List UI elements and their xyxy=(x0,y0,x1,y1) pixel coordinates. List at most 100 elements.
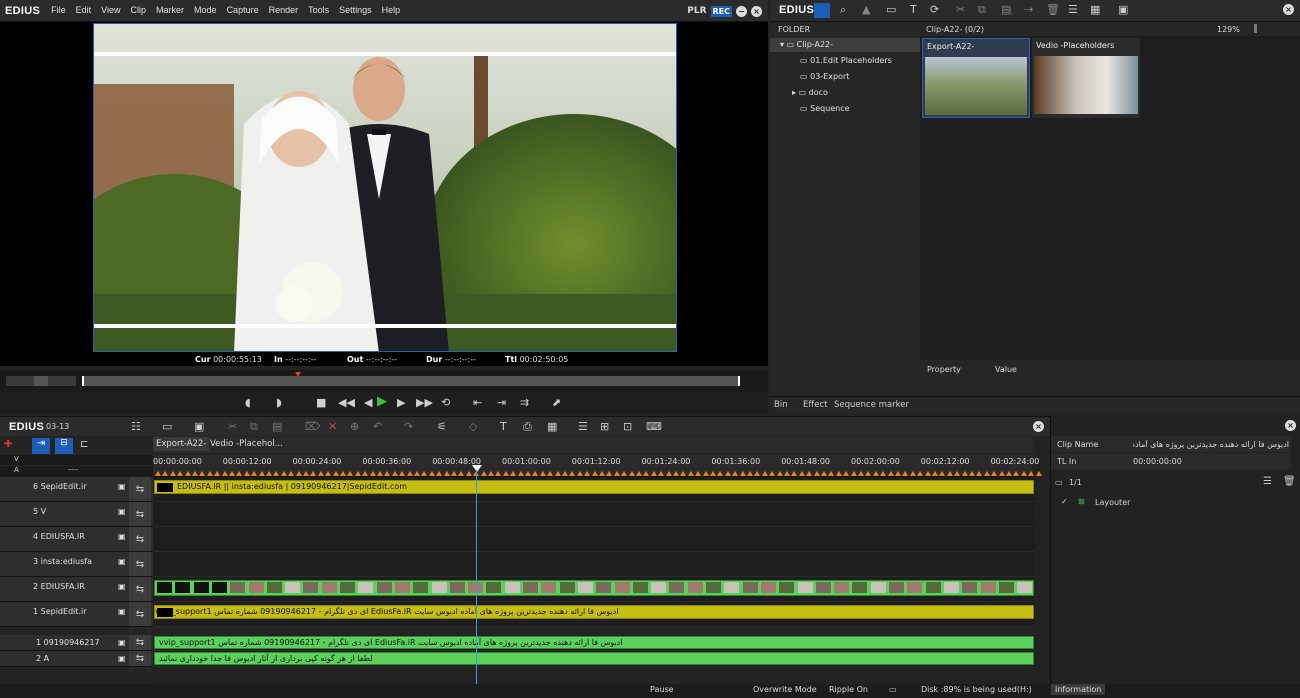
menu-render[interactable]: Render xyxy=(264,5,304,15)
shuttle-slider[interactable] xyxy=(6,376,76,386)
ripple-delete-icon[interactable]: ⌦ xyxy=(305,420,321,433)
cut-icon[interactable]: ✂ xyxy=(956,3,965,16)
open-project-icon[interactable]: ▭ xyxy=(162,420,172,433)
minimize-icon[interactable]: − xyxy=(736,5,747,17)
trash-icon[interactable]: 🗑 xyxy=(1283,476,1296,487)
track-lane[interactable] xyxy=(153,502,1035,527)
subtitle-icon[interactable]: ☰ xyxy=(578,420,588,433)
copy-icon[interactable]: ⧉ xyxy=(978,3,986,17)
playhead-icon[interactable] xyxy=(472,465,482,472)
menu-help[interactable]: Help xyxy=(377,5,406,15)
tab-bin[interactable]: Bin xyxy=(774,400,788,410)
delete-clip-icon[interactable]: ✕ xyxy=(328,420,337,433)
track-lock-icon[interactable]: ▣ xyxy=(118,607,126,616)
edit-mode[interactable]: Overwrite Mode xyxy=(753,685,817,694)
track-header[interactable]: 4 EDIUSFA.IR ⇆ ▣ xyxy=(0,527,153,552)
track-lane[interactable] xyxy=(153,577,1035,602)
track-lock-icon[interactable]: ▣ xyxy=(118,532,126,541)
info-close-icon[interactable]: × xyxy=(1285,420,1296,431)
audio-clip[interactable]: لطفا از هر گونه کپی برداری از آثار ادیوس… xyxy=(154,652,1034,665)
track-toggle-icon[interactable]: ⇆ xyxy=(129,502,151,526)
rec-label[interactable]: REC xyxy=(710,5,732,17)
title-icon[interactable]: T xyxy=(910,3,917,16)
track-toggle-icon[interactable]: ⇆ xyxy=(129,635,151,650)
next-edit-icon[interactable]: ⇥ xyxy=(497,396,506,409)
track-lane[interactable]: ادیوس فا ارائه دهنده جدیدترین پروژه های … xyxy=(153,602,1035,627)
menu-file[interactable]: File xyxy=(46,5,71,15)
link-icon[interactable]: ⊏ xyxy=(80,439,98,453)
timeline-title-icon[interactable]: T xyxy=(500,420,507,433)
set-out-icon[interactable]: ◗ xyxy=(276,396,282,409)
title-clip[interactable]: ادیوس فا ارائه دهنده جدیدترین پروژه های … xyxy=(154,605,1034,619)
set-in-icon[interactable]: ◖ xyxy=(245,396,251,409)
timeline-cut-icon[interactable]: ✂ xyxy=(228,420,237,433)
export-file-icon[interactable]: ▦ xyxy=(547,420,557,433)
menu-tools[interactable]: Tools xyxy=(303,5,334,15)
ripple-status[interactable]: Ripple On xyxy=(829,685,868,694)
timeline-close-icon[interactable]: × xyxy=(1033,421,1044,432)
track-header[interactable]: 2 A ⇆ ▣ xyxy=(0,651,153,667)
rewind-icon[interactable]: ◀◀ xyxy=(338,396,355,409)
track-lock-icon[interactable]: ▣ xyxy=(118,638,126,647)
search-icon[interactable]: ⌕ xyxy=(840,3,846,17)
track-header[interactable]: 1 SepidEdit.ir ⇆ ▣ xyxy=(0,602,153,627)
add-to-timeline-icon[interactable]: ⇢ xyxy=(1024,3,1033,16)
folder-view-icon[interactable] xyxy=(814,3,830,18)
keyboard-icon[interactable]: ⌨ xyxy=(646,420,662,433)
tree-item-clip-a22[interactable]: ▾ ▭ Clip-A22- xyxy=(780,40,833,49)
stop-icon[interactable]: ■ xyxy=(316,396,326,409)
up-icon[interactable]: ▲ xyxy=(862,3,870,16)
clip-thumb-vedio[interactable]: Vedio -Placeholders xyxy=(1032,38,1140,118)
track-toggle-icon[interactable]: ⇆ xyxy=(129,602,151,626)
zoom-slider[interactable] xyxy=(1254,24,1257,33)
tab-export-a22[interactable]: Export-A22- xyxy=(153,437,210,451)
step-forward-icon[interactable]: ▶ xyxy=(397,396,405,409)
insert-icon[interactable]: ⇉ xyxy=(520,396,529,409)
play-icon[interactable]: ▶ xyxy=(377,394,387,409)
tab-effect[interactable]: Effect xyxy=(803,400,827,410)
seek-bar[interactable] xyxy=(82,376,740,386)
track-lane[interactable] xyxy=(153,527,1035,552)
track-toggle-icon[interactable]: ⇆ xyxy=(129,552,151,576)
tree-item-sequence[interactable]: ▭ Sequence xyxy=(800,104,850,113)
refresh-icon[interactable]: ⟳ xyxy=(930,3,939,16)
menu-marker[interactable]: Marker xyxy=(151,5,189,15)
details-icon[interactable]: ☰ xyxy=(1068,3,1078,16)
plr-label[interactable]: PLR xyxy=(687,6,706,16)
menu-edit[interactable]: Edit xyxy=(71,5,97,15)
open-folder-icon[interactable]: ▭ xyxy=(886,3,896,16)
track-header[interactable]: 6 SepidEdit.ir ⇆ ▣ xyxy=(0,477,153,502)
track-lane[interactable]: EDIUSFA.IR || insta:ediusfa | 0919094621… xyxy=(153,477,1035,502)
track-header[interactable]: 5 V ⇆ ▣ xyxy=(0,502,153,527)
track-lock-icon[interactable]: ▣ xyxy=(118,482,126,491)
timeline-copy-icon[interactable]: ⧉ xyxy=(250,420,258,434)
add-clip-icon[interactable]: ⊕ xyxy=(350,420,359,433)
track-lane[interactable]: ادیوس فا ارائه دهنده جدیدترین پروژه های … xyxy=(153,635,1035,651)
export-icon[interactable]: ⬈ xyxy=(552,396,561,409)
track-lane[interactable] xyxy=(153,552,1035,577)
menu-clip[interactable]: Clip xyxy=(126,5,152,15)
menu-mode[interactable]: Mode xyxy=(189,5,222,15)
paste-icon[interactable]: ▤ xyxy=(1001,3,1011,16)
fast-forward-icon[interactable]: ▶▶ xyxy=(416,396,433,409)
clip-thumb-export[interactable]: Export-A22- xyxy=(922,38,1030,118)
checkbox-icon[interactable]: ✓ xyxy=(1061,497,1068,506)
undo-icon[interactable]: ↶ xyxy=(373,420,382,433)
track-toggle-icon[interactable]: ⇆ xyxy=(129,577,151,601)
track-toggle-icon[interactable]: ⇆ xyxy=(129,651,151,666)
insert-mode-icon[interactable]: ⇥ xyxy=(32,438,50,454)
mixer-icon[interactable]: ⚟ xyxy=(437,420,447,433)
redo-icon[interactable]: ↷ xyxy=(404,420,413,433)
track-header[interactable]: 2 EDIUSFA.IR ⇆ ▣ xyxy=(0,577,153,602)
sync-lock-icon[interactable]: ⊟ xyxy=(55,438,73,454)
playhead-marker-icon[interactable] xyxy=(295,372,301,377)
mixer2-icon[interactable]: ⊞ xyxy=(600,420,609,433)
list-icon[interactable]: ☰ xyxy=(1263,476,1272,487)
menu-capture[interactable]: Capture xyxy=(222,5,264,15)
timeline-cursor[interactable] xyxy=(476,470,477,684)
view-mode-icon[interactable]: ▦ xyxy=(1090,3,1100,16)
track-lock-icon[interactable]: ▣ xyxy=(118,582,126,591)
track-header[interactable]: 3 insta:ediusfa ⇆ ▣ xyxy=(0,552,153,577)
audio-clip[interactable]: ادیوس فا ارائه دهنده جدیدترین پروژه های … xyxy=(154,636,1034,649)
loop-icon[interactable]: ⟲ xyxy=(441,396,450,409)
